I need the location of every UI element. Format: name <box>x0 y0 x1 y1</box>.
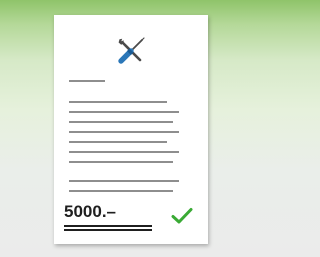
price-amount: 5000.– <box>64 202 116 221</box>
text-line <box>69 161 173 163</box>
text-line <box>69 141 167 143</box>
text-line <box>69 180 179 182</box>
checkmark-icon <box>171 208 193 224</box>
underline-top <box>64 225 152 227</box>
text-line <box>69 131 179 133</box>
invoice-document: 5000.– <box>54 15 208 244</box>
text-line <box>69 121 173 123</box>
text-line <box>69 101 167 103</box>
price-double-underline <box>64 225 152 232</box>
text-line <box>69 151 179 153</box>
text-line <box>69 190 173 192</box>
underline-bottom <box>64 229 152 231</box>
header-line <box>69 80 105 82</box>
wrench-screwdriver-icon <box>118 37 145 64</box>
text-line <box>69 111 179 113</box>
